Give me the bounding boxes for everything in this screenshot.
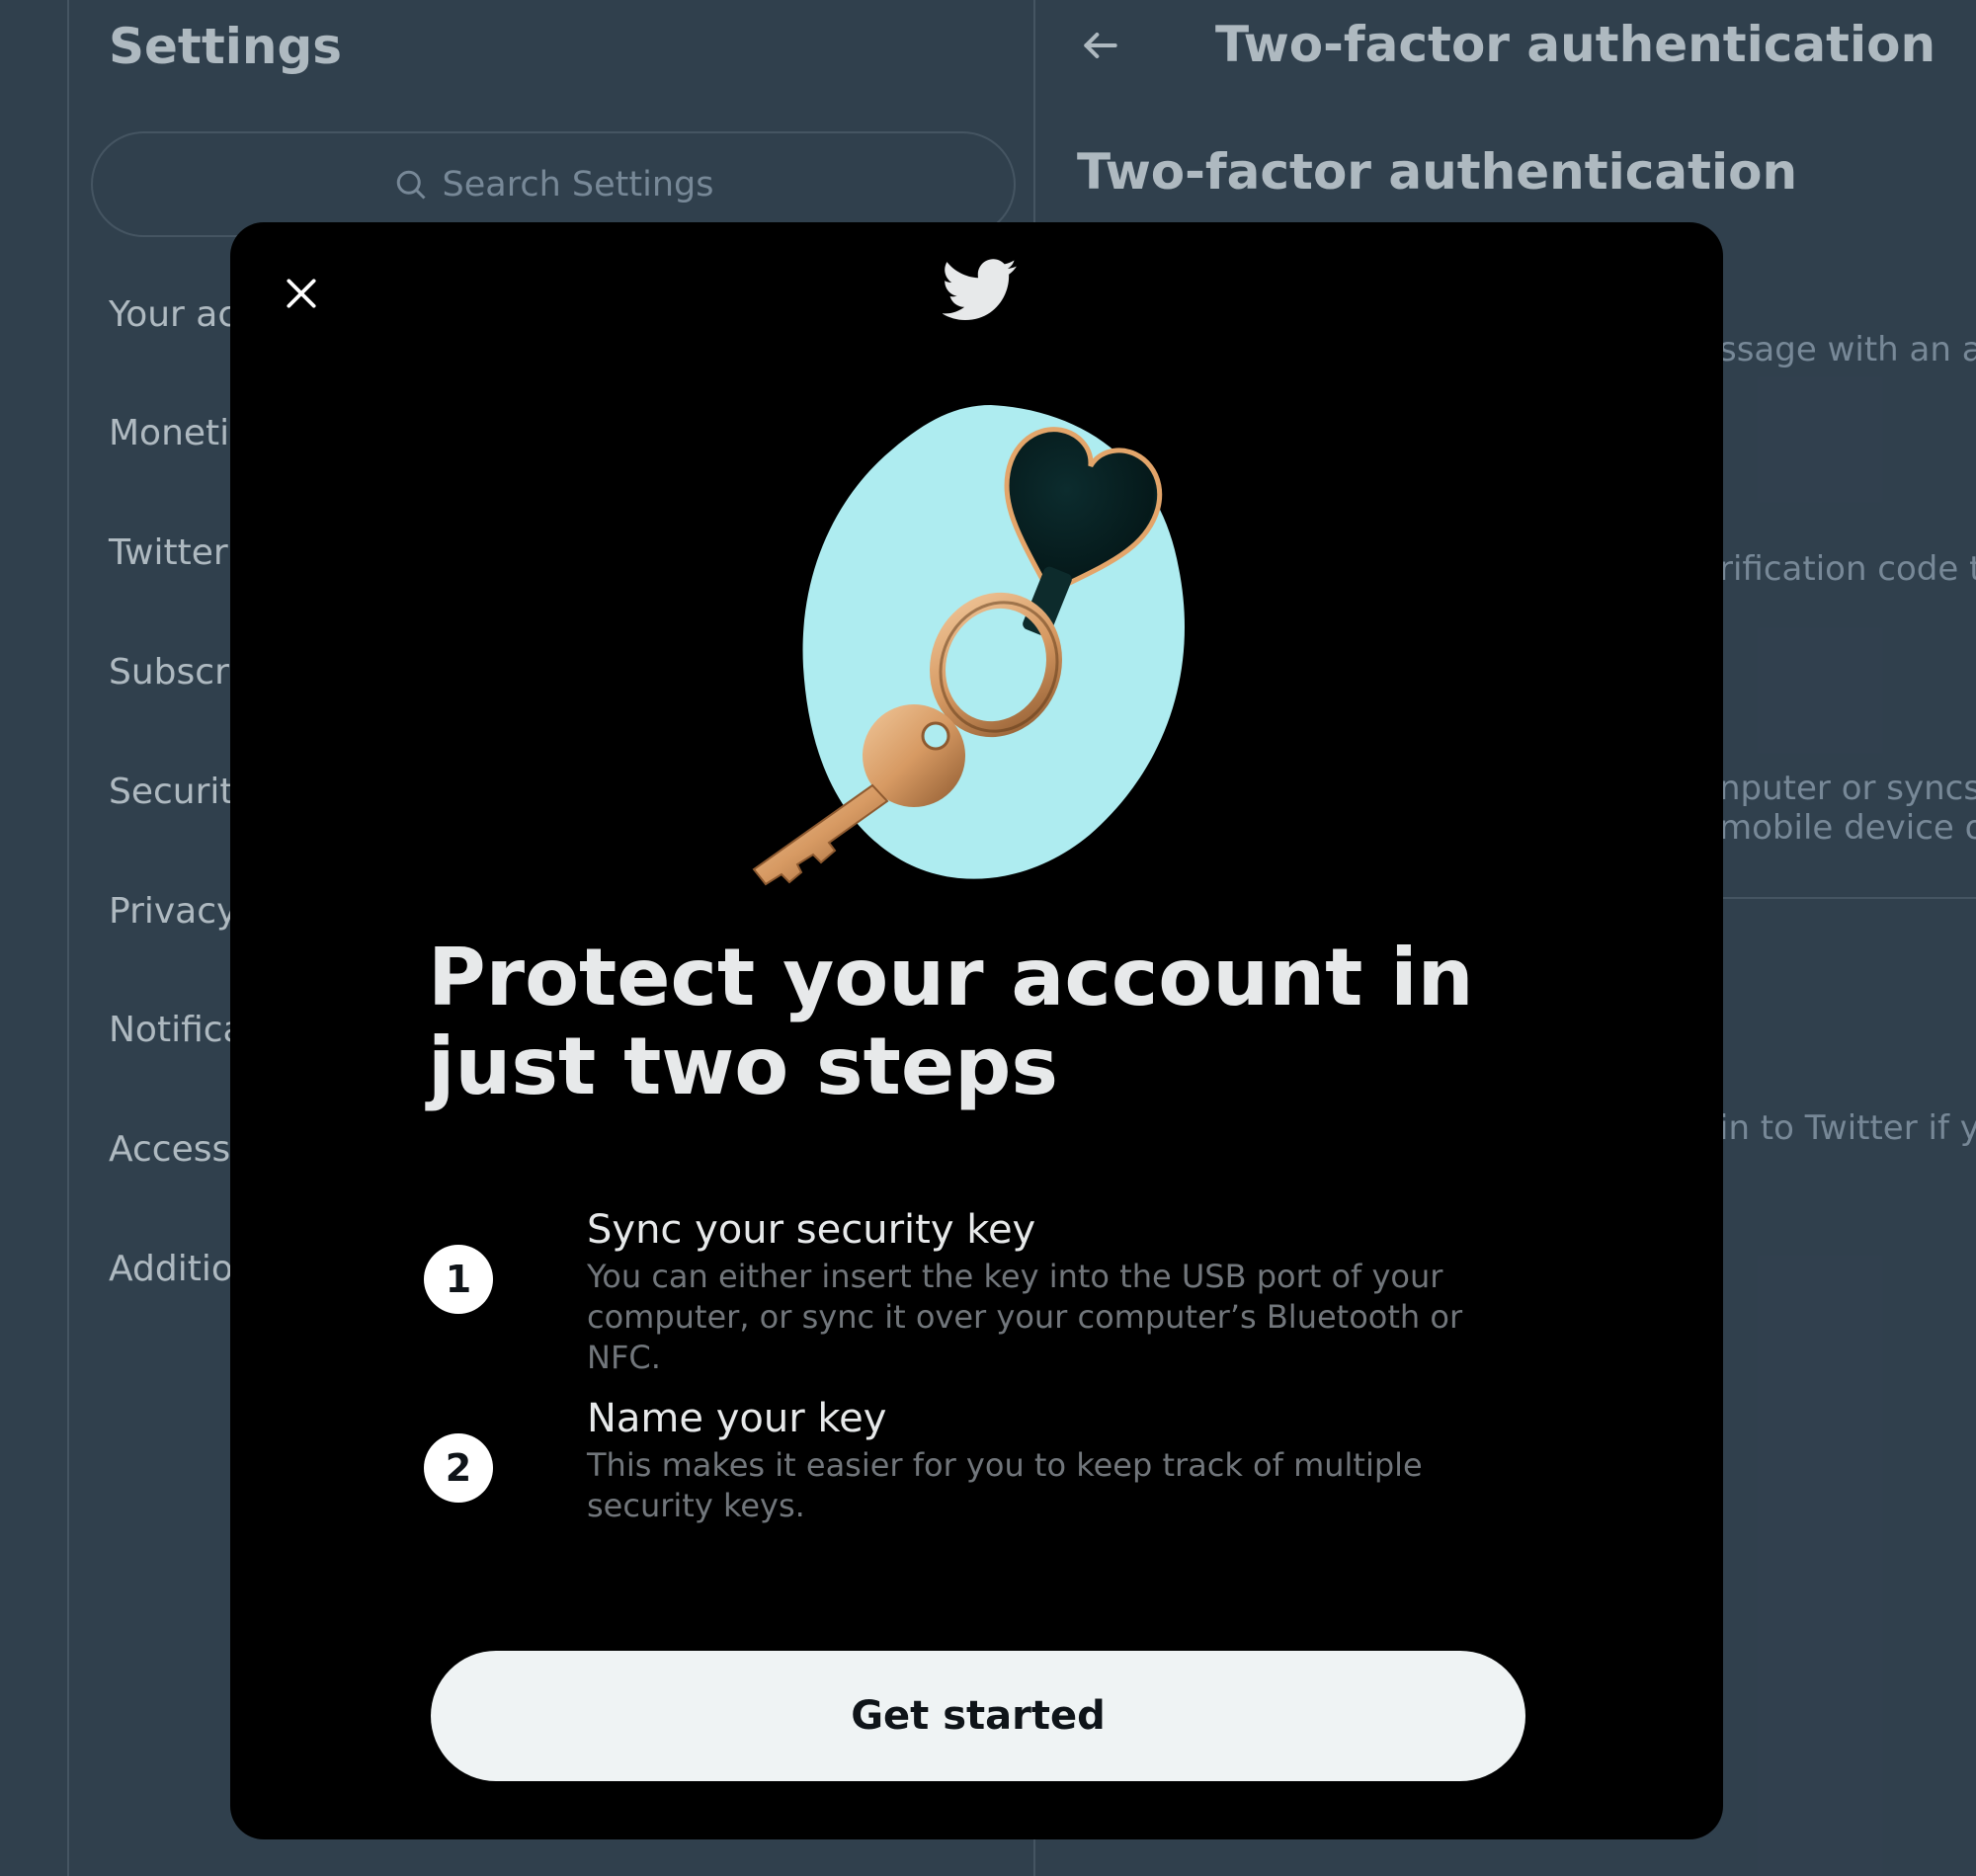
step-number-badge: 2: [424, 1433, 493, 1503]
security-key-modal: Protect your account in just two steps 1…: [230, 222, 1723, 1839]
step-title: Sync your security key: [587, 1207, 1036, 1253]
step-number-badge: 1: [424, 1245, 493, 1314]
modal-headline: Protect your account in just two steps: [428, 932, 1474, 1112]
step-2: 2 Name your key This makes it easier for…: [424, 1396, 1530, 1532]
get-started-button[interactable]: Get started: [431, 1651, 1525, 1781]
twitter-bird-icon: [943, 259, 1017, 321]
step-description: You can either insert the key into the U…: [587, 1258, 1463, 1376]
close-button[interactable]: [272, 264, 331, 323]
security-key-illustration: [752, 405, 1185, 886]
close-icon: [287, 279, 316, 308]
step-description: This makes it easier for you to keep tra…: [587, 1446, 1423, 1524]
step-1: 1 Sync your security key You can either …: [424, 1207, 1530, 1376]
step-title: Name your key: [587, 1396, 887, 1441]
